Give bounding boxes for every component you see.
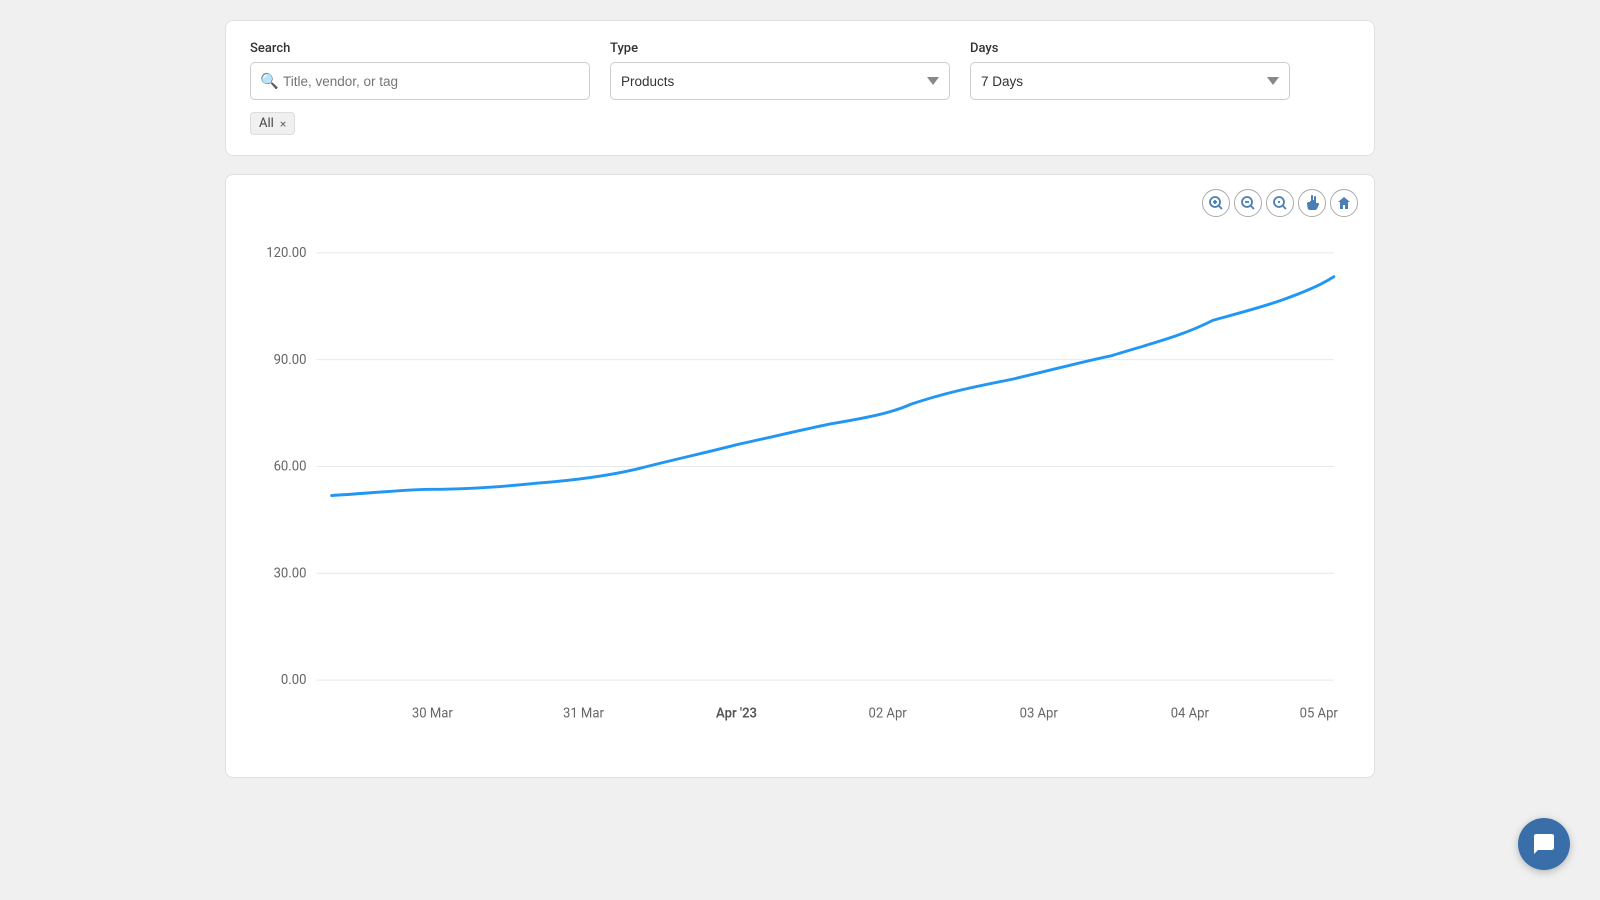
days-select-wrapper: 7 Days 14 Days 30 Days 90 Days [970,62,1290,100]
type-label: Type [610,41,950,56]
svg-text:60.00: 60.00 [274,459,307,474]
all-tag[interactable]: All × [250,112,295,135]
tag-row: All × [250,112,1350,135]
search-group: Search 🔍 [250,41,590,100]
filter-card: Search 🔍 Type Products Variants Collecti… [225,20,1375,156]
days-group: Days 7 Days 14 Days 30 Days 90 Days [970,41,1290,100]
svg-text:30 Mar: 30 Mar [412,706,453,721]
chart-svg: 120.00 90.00 60.00 30.00 0.00 30 Mar 31 … [246,201,1354,761]
svg-text:90.00: 90.00 [274,353,307,368]
zoom-reset-button[interactable] [1266,189,1294,217]
search-icon: 🔍 [260,72,279,90]
chart-card: 120.00 90.00 60.00 30.00 0.00 30 Mar 31 … [225,174,1375,778]
filter-row: Search 🔍 Type Products Variants Collecti… [250,41,1350,100]
home-button[interactable] [1330,189,1358,217]
svg-text:04 Apr: 04 Apr [1171,706,1210,721]
svg-text:02 Apr: 02 Apr [869,706,908,721]
chart-area: 120.00 90.00 60.00 30.00 0.00 30 Mar 31 … [246,201,1354,761]
type-select[interactable]: Products Variants Collections [610,62,950,100]
svg-text:30.00: 30.00 [274,566,307,581]
search-wrapper: 🔍 [250,62,590,100]
svg-text:Apr '23: Apr '23 [716,706,757,721]
search-input[interactable] [250,62,590,100]
chat-button[interactable] [1518,818,1570,870]
search-label: Search [250,41,590,56]
svg-text:120.00: 120.00 [266,246,306,261]
chat-icon [1532,832,1556,856]
zoom-in-button[interactable] [1202,189,1230,217]
tag-close-icon[interactable]: × [280,117,286,131]
days-label: Days [970,41,1290,56]
svg-text:05 Apr: 05 Apr [1300,706,1339,721]
type-group: Type Products Variants Collections [610,41,950,100]
pan-button[interactable] [1298,189,1326,217]
svg-text:31 Mar: 31 Mar [563,706,604,721]
svg-text:03 Apr: 03 Apr [1020,706,1059,721]
type-select-wrapper: Products Variants Collections [610,62,950,100]
tag-label: All [259,116,274,131]
days-select[interactable]: 7 Days 14 Days 30 Days 90 Days [970,62,1290,100]
chart-toolbar [1202,189,1358,217]
svg-text:0.00: 0.00 [281,673,306,688]
main-container: Search 🔍 Type Products Variants Collecti… [225,20,1375,778]
zoom-out-button[interactable] [1234,189,1262,217]
